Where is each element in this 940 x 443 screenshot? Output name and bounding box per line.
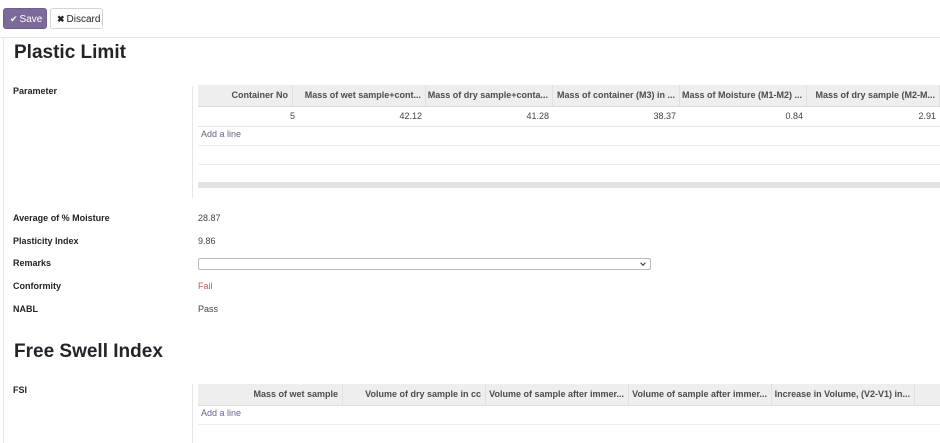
remarks-select[interactable] — [198, 258, 651, 270]
parameter-label: Parameter — [13, 86, 58, 96]
empty-row — [198, 126, 940, 146]
form-toolbar: ✔ Save ✖ Discard — [0, 0, 940, 38]
column-header[interactable]: Mass of container (M3) in ... — [553, 85, 680, 106]
table-cell: 5 — [289, 111, 295, 121]
sheet-border — [3, 37, 4, 443]
plasticity-index-label: Plasticity Index — [13, 236, 79, 246]
discard-button[interactable]: ✖ Discard — [50, 8, 103, 29]
avg-moisture-value: 28.87 — [198, 213, 221, 223]
nabl-value: Pass — [198, 304, 219, 314]
close-icon: ✖ — [57, 14, 65, 24]
table-cell: 0.84 — [785, 111, 803, 121]
table-cell: 41.28 — [526, 111, 549, 121]
fsi-grid: Mass of wet sample Volume of dry sample … — [198, 384, 940, 443]
conformity-value: Fail — [198, 281, 213, 291]
section-title-free-swell-index: Free Swell Index — [14, 341, 163, 362]
column-header[interactable]: Mass of wet sample+cont... — [299, 85, 426, 106]
grid-header: Container No Mass of wet sample+cont... … — [198, 85, 940, 107]
plasticity-index-value: 9.86 — [198, 236, 216, 246]
column-header[interactable]: Volume of sample after immer... — [629, 384, 772, 405]
horizontal-scrollbar[interactable] — [198, 182, 940, 188]
save-label: Save — [19, 14, 43, 25]
save-button[interactable]: ✔ Save — [3, 8, 47, 29]
table-cell: 38.37 — [653, 111, 676, 121]
column-header[interactable]: Mass of dry sample+conta... — [426, 85, 553, 106]
remarks-label: Remarks — [13, 258, 52, 268]
chevron-down-icon — [640, 262, 646, 266]
table-cell: 2.91 — [918, 111, 936, 121]
column-header[interactable]: Increase in Volume, (V2-V1) in... — [772, 384, 915, 405]
field-divider — [192, 86, 193, 198]
avg-moisture-label: Average of % Moisture — [13, 213, 110, 223]
table-cell: 42.12 — [399, 111, 422, 121]
check-icon: ✔ — [10, 14, 18, 24]
parameter-grid: Container No Mass of wet sample+cont... … — [198, 85, 940, 188]
conformity-label: Conformity — [13, 281, 61, 291]
fsi-label: FSI — [13, 385, 28, 395]
empty-row — [198, 145, 940, 165]
column-header[interactable]: Mass of Moisture (M1-M2) ... — [680, 85, 807, 106]
empty-row — [198, 405, 940, 425]
table-row[interactable]: 5 42.12 41.28 38.37 0.84 2.91 — [198, 106, 940, 127]
column-header[interactable]: Volume of sample after immer... — [486, 384, 629, 405]
grid-header: Mass of wet sample Volume of dry sample … — [198, 384, 940, 406]
column-header[interactable]: Volume of dry sample in cc — [343, 384, 486, 405]
column-header[interactable]: Mass of wet sample — [198, 384, 343, 405]
field-divider — [192, 384, 193, 443]
discard-label: Discard — [66, 14, 101, 25]
column-header[interactable]: Container No — [198, 85, 293, 106]
section-title-plastic-limit: Plastic Limit — [14, 42, 126, 63]
nabl-label: NABL — [13, 304, 38, 314]
column-header[interactable]: Mass of dry sample (M2-M... — [807, 85, 940, 106]
